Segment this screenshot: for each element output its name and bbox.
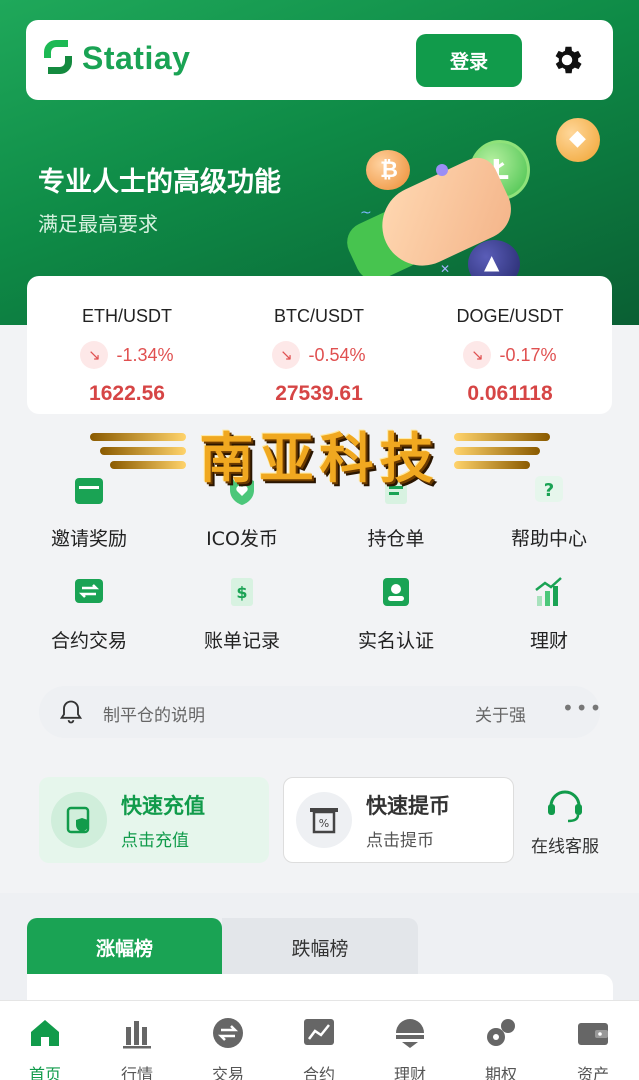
withdraw-receipt-icon: %	[296, 792, 352, 848]
online-support-button[interactable]: 在线客服	[522, 784, 608, 857]
nav-label: 合约	[302, 1065, 335, 1080]
bill-icon: $	[231, 578, 253, 606]
exchange-icon	[75, 579, 103, 603]
hero-subtitle: 满足最高要求	[38, 212, 158, 236]
svg-text:$: $	[236, 583, 247, 602]
wallet-icon	[578, 1023, 608, 1045]
ticker-change: -0.17%	[499, 344, 557, 365]
nav-label: 期权	[484, 1065, 517, 1080]
bottom-navigation: 首页 行情 交易 合约 理财 期权 资产	[0, 1000, 639, 1080]
trend-down-icon: ↘	[80, 341, 109, 369]
ticker-change: -0.54%	[308, 344, 366, 365]
tab-losers[interactable]: 跌幅榜	[222, 918, 418, 976]
hero-title: 专业人士的高级功能	[38, 167, 281, 198]
growth-chart-icon	[535, 577, 562, 606]
top-bar: Statiay 登录	[26, 20, 613, 100]
notice-bar[interactable]: 制平仓的说明 关于强 •••	[39, 686, 603, 738]
gear-icon[interactable]	[549, 42, 585, 78]
nav-item-contract[interactable]: 合约	[284, 1015, 354, 1080]
deposit-subtitle: 点击充值	[121, 830, 189, 851]
menu-label: ICO发币	[206, 528, 278, 550]
menu-item-kyc[interactable]: 实名认证	[326, 574, 466, 653]
support-label: 在线客服	[531, 837, 599, 857]
right-wings-icon	[450, 425, 550, 481]
ticker-pair: ETH/USDT	[82, 306, 172, 326]
menu-label: 账单记录	[203, 630, 280, 652]
menu-label: 合约交易	[50, 630, 127, 652]
ethereum-coin-icon: ◆	[556, 118, 600, 162]
login-button[interactable]: 登录	[416, 34, 522, 87]
withdraw-title: 快速提币	[366, 793, 450, 818]
swap-icon	[213, 1018, 243, 1048]
ticker-change: -1.34%	[116, 344, 174, 365]
nav-label: 理财	[393, 1065, 426, 1080]
brand-name: Statiay	[82, 39, 191, 76]
ticker-btc[interactable]: BTC/USDT ↘ -0.54% 27539.61	[224, 276, 414, 414]
nav-label: 资产	[576, 1065, 609, 1080]
menu-label: 帮助中心	[510, 528, 587, 550]
nav-label: 行情	[120, 1065, 153, 1080]
quick-withdraw-button[interactable]: % 快速提币 点击提币	[283, 777, 514, 863]
ticker-pair: BTC/USDT	[274, 306, 364, 326]
options-icon	[487, 1019, 515, 1046]
more-icon[interactable]: •••	[562, 696, 603, 720]
menu-item-contract-trade[interactable]: 合约交易	[19, 574, 159, 653]
ticker-price: 0.061118	[467, 382, 553, 405]
quick-deposit-button[interactable]: 快速充值 点击充值	[39, 777, 269, 863]
decor-squiggle-icon: ~	[360, 205, 372, 221]
menu-label: 实名认证	[357, 630, 434, 652]
decor-cross-icon: ✕	[440, 262, 451, 276]
ticker-price: 27539.61	[275, 382, 363, 405]
menu-item-finance[interactable]: 理财	[479, 574, 619, 653]
nav-item-finance[interactable]: 理财	[375, 1015, 445, 1080]
ticker-doge[interactable]: DOGE/USDT ↘ -0.17% 0.061118	[415, 276, 605, 414]
tab-gainers[interactable]: 涨幅榜	[27, 918, 222, 976]
nav-item-trade[interactable]: 交易	[193, 1015, 263, 1080]
ticker-price: 1622.56	[89, 382, 165, 405]
nav-item-home[interactable]: 首页	[10, 1015, 80, 1080]
headset-icon	[548, 790, 582, 823]
notice-text: 制平仓的说明	[103, 706, 205, 726]
decor-dot-icon	[436, 164, 448, 176]
left-wings-icon	[89, 425, 190, 481]
withdraw-subtitle: 点击提币	[366, 830, 434, 851]
finance-icon	[396, 1019, 424, 1048]
bitcoin-coin-icon: ₿	[366, 150, 410, 190]
watermark-banner: 南亚科技	[0, 408, 639, 498]
market-ticker-card: ETH/USDT ↘ -1.34% 1622.56 BTC/USDT ↘ -0.54…	[27, 276, 612, 414]
ticker-pair: DOGE/USDT	[456, 306, 564, 326]
bars-icon	[123, 1021, 151, 1049]
nav-label: 交易	[211, 1065, 244, 1080]
brand-logo-icon	[40, 38, 76, 78]
id-card-icon	[383, 578, 409, 606]
menu-item-bills[interactable]: $ 账单记录	[172, 574, 312, 653]
home-icon	[31, 1020, 59, 1046]
svg-text:%: %	[319, 817, 329, 830]
watermark-text: 南亚科技	[199, 426, 440, 490]
nav-label: 首页	[28, 1065, 61, 1080]
contract-chart-icon	[304, 1019, 334, 1045]
trend-down-icon: ↘	[272, 341, 301, 369]
deposit-shield-icon	[51, 792, 107, 848]
nav-item-options[interactable]: 期权	[466, 1015, 536, 1080]
nav-item-assets[interactable]: 资产	[558, 1015, 628, 1080]
menu-label: 理财	[529, 630, 568, 652]
bell-icon	[59, 700, 83, 724]
brand-logo[interactable]: Statiay	[40, 38, 190, 78]
ticker-eth[interactable]: ETH/USDT ↘ -1.34% 1622.56	[32, 276, 222, 414]
trend-down-icon: ↘	[463, 341, 492, 369]
notice-text-scrolling: 关于强	[475, 706, 526, 726]
deposit-title: 快速充值	[121, 793, 205, 818]
menu-label: 持仓单	[367, 528, 425, 550]
nav-item-market[interactable]: 行情	[102, 1015, 172, 1080]
menu-label: 邀请奖励	[50, 528, 127, 550]
